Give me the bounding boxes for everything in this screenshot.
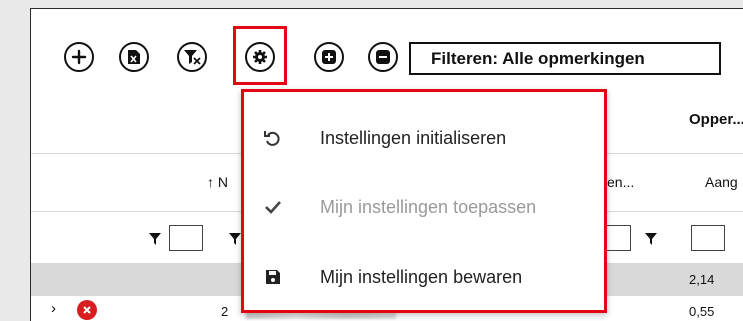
expand-all-icon bbox=[321, 49, 337, 65]
funnel-icon[interactable] bbox=[645, 232, 657, 250]
column-header-truncated[interactable]: en... bbox=[607, 174, 634, 190]
filter-dropdown-button[interactable]: Filteren: Alle opmerkingen bbox=[409, 42, 721, 75]
menu-item-reset-settings[interactable]: Instellingen initialiseren bbox=[244, 108, 604, 168]
cell-value: 2 bbox=[221, 304, 229, 319]
add-icon bbox=[71, 49, 87, 65]
column-header-oppervlakte[interactable]: Opper... bbox=[689, 111, 743, 128]
settings-button[interactable] bbox=[245, 42, 275, 72]
error-status-icon bbox=[77, 300, 97, 320]
checkmark-icon bbox=[262, 196, 284, 218]
menu-item-label: Mijn instellingen toepassen bbox=[320, 196, 537, 217]
funnel-icon[interactable] bbox=[149, 232, 161, 250]
export-excel-icon bbox=[127, 49, 141, 65]
filter-input[interactable] bbox=[169, 225, 203, 251]
column-header-aangemaakt[interactable]: Aang bbox=[705, 174, 738, 190]
clear-filter-icon bbox=[183, 49, 201, 65]
menu-item-apply-settings[interactable]: Mijn instellingen toepassen bbox=[244, 177, 604, 237]
funnel-icon[interactable] bbox=[229, 232, 241, 250]
app-window: Filteren: Alle opmerkingen Opper... ↑ N … bbox=[30, 8, 743, 321]
column-header-sorted[interactable]: ↑ N bbox=[207, 174, 228, 190]
expand-row-icon[interactable]: › bbox=[51, 300, 56, 317]
toolbar: Filteren: Alle opmerkingen bbox=[31, 9, 743, 89]
filter-input[interactable] bbox=[691, 225, 725, 251]
settings-menu: Instellingen initialiseren Mijn instelli… bbox=[241, 89, 607, 313]
settings-gear-icon bbox=[252, 49, 268, 65]
menu-item-save-settings[interactable]: Mijn instellingen bewaren bbox=[244, 247, 604, 307]
reset-icon bbox=[262, 127, 284, 149]
expand-all-button[interactable] bbox=[314, 42, 344, 72]
filter-dropdown-label: Filteren: Alle opmerkingen bbox=[431, 48, 645, 68]
export-excel-button[interactable] bbox=[119, 42, 149, 72]
add-button[interactable] bbox=[64, 42, 94, 72]
cell-value: 0,55 bbox=[689, 304, 715, 319]
save-icon bbox=[262, 266, 284, 288]
collapse-all-icon bbox=[375, 49, 391, 65]
collapse-all-button[interactable] bbox=[368, 42, 398, 72]
menu-item-label: Mijn instellingen bewaren bbox=[320, 266, 523, 287]
menu-item-label: Instellingen initialiseren bbox=[320, 127, 507, 148]
clear-filter-button[interactable] bbox=[177, 42, 207, 72]
cell-value: 2,14 bbox=[689, 272, 715, 287]
